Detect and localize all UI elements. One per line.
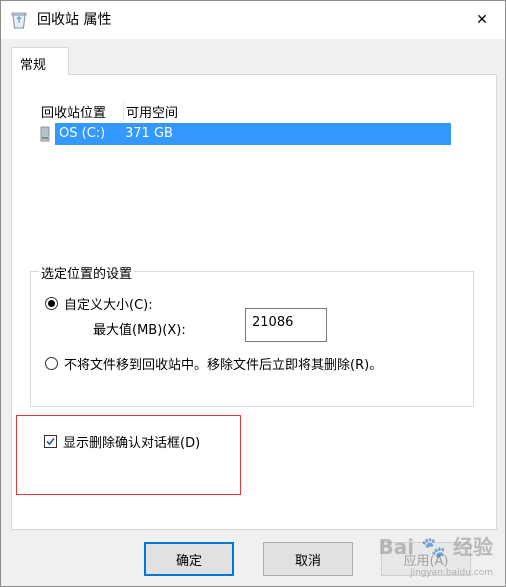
recycle-bin-icon (11, 11, 27, 29)
title-bar: 回收站 属性 ✕ (1, 1, 505, 39)
max-size-label: 最大值(MB)(X): (93, 323, 186, 338)
ok-button[interactable]: 确定 (144, 542, 234, 576)
list-row-c-drive[interactable]: OS (C:) 371 GB (37, 123, 451, 145)
location-list[interactable]: 回收站位置 可用空间 OS (C:) 371 GB (37, 99, 451, 235)
column-header-location[interactable]: 回收站位置 (41, 102, 124, 121)
drive-icon (39, 126, 51, 142)
group-label: 选定位置的设置 (39, 263, 135, 282)
tab-general[interactable]: 常规 (11, 47, 69, 75)
close-icon: ✕ (476, 12, 488, 28)
show-confirm-label: 显示删除确认对话框(D) (63, 436, 201, 451)
tab-panel-general: 回收站位置 可用空间 OS (C:) 371 GB 选定位置的设置 自定义大小(… (11, 74, 497, 530)
cell-location: OS (C:) (59, 126, 106, 141)
show-confirm-checkbox[interactable]: 显示删除确认对话框(D) (44, 432, 200, 451)
window-title: 回收站 属性 (37, 12, 112, 28)
no-move-label: 不将文件移到回收站中。移除文件后立即将其删除(R)。 (64, 358, 383, 373)
no-move-radio[interactable]: 不将文件移到回收站中。移除文件后立即将其删除(R)。 (45, 354, 382, 373)
radio-unchecked-icon (45, 357, 58, 370)
list-header: 回收站位置 可用空间 (37, 99, 451, 121)
recycle-bin-properties-dialog: 回收站 属性 ✕ 常规 回收站位置 可用空间 OS (C:) 371 GB 选定… (0, 0, 506, 587)
cancel-button[interactable]: 取消 (263, 542, 353, 576)
cell-space: 371 GB (125, 126, 173, 141)
selected-row-highlight: OS (C:) 371 GB (55, 123, 451, 145)
custom-size-radio[interactable]: 自定义大小(C): (45, 294, 153, 313)
radio-checked-icon (45, 297, 58, 310)
column-header-space[interactable]: 可用空间 (126, 102, 178, 121)
apply-button[interactable]: 应用(A) (381, 542, 471, 576)
tab-label: 常规 (20, 58, 47, 73)
red-highlight-box (16, 415, 241, 495)
checkbox-checked-icon (44, 435, 57, 448)
close-button[interactable]: ✕ (459, 1, 505, 39)
settings-group: 选定位置的设置 自定义大小(C): 最大值(MB)(X): 21086 不将文件… (30, 263, 474, 407)
custom-size-label: 自定义大小(C): (64, 298, 153, 313)
max-size-input[interactable]: 21086 (245, 308, 327, 342)
